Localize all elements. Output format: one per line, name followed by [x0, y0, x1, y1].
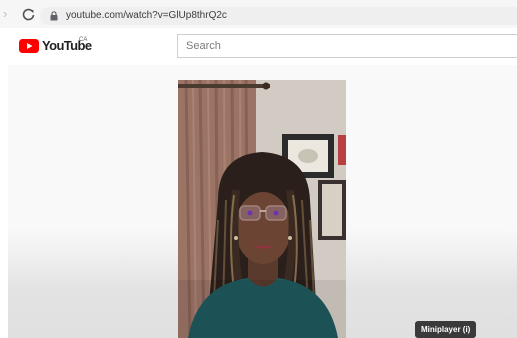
address-bar[interactable]: youtube.com/watch?v=GlUp8thrQ2c [40, 7, 517, 25]
search-box[interactable] [177, 34, 517, 58]
lock-icon [50, 11, 58, 21]
miniplayer-tooltip: Miniplayer (i) [415, 321, 477, 338]
youtube-header: YouTube CA [8, 28, 517, 65]
country-code: CA [79, 37, 88, 43]
url-text: youtube.com/watch?v=GlUp8thrQ2c [66, 10, 227, 21]
video-player[interactable] [178, 80, 346, 338]
reload-icon[interactable] [20, 4, 38, 24]
browser-toolbar: › youtube.com/watch?v=GlUp8thrQ2c [0, 0, 517, 28]
video-frame [178, 80, 346, 338]
search-input[interactable] [178, 35, 506, 57]
youtube-play-icon [19, 39, 39, 53]
forward-icon[interactable]: › [3, 7, 13, 21]
